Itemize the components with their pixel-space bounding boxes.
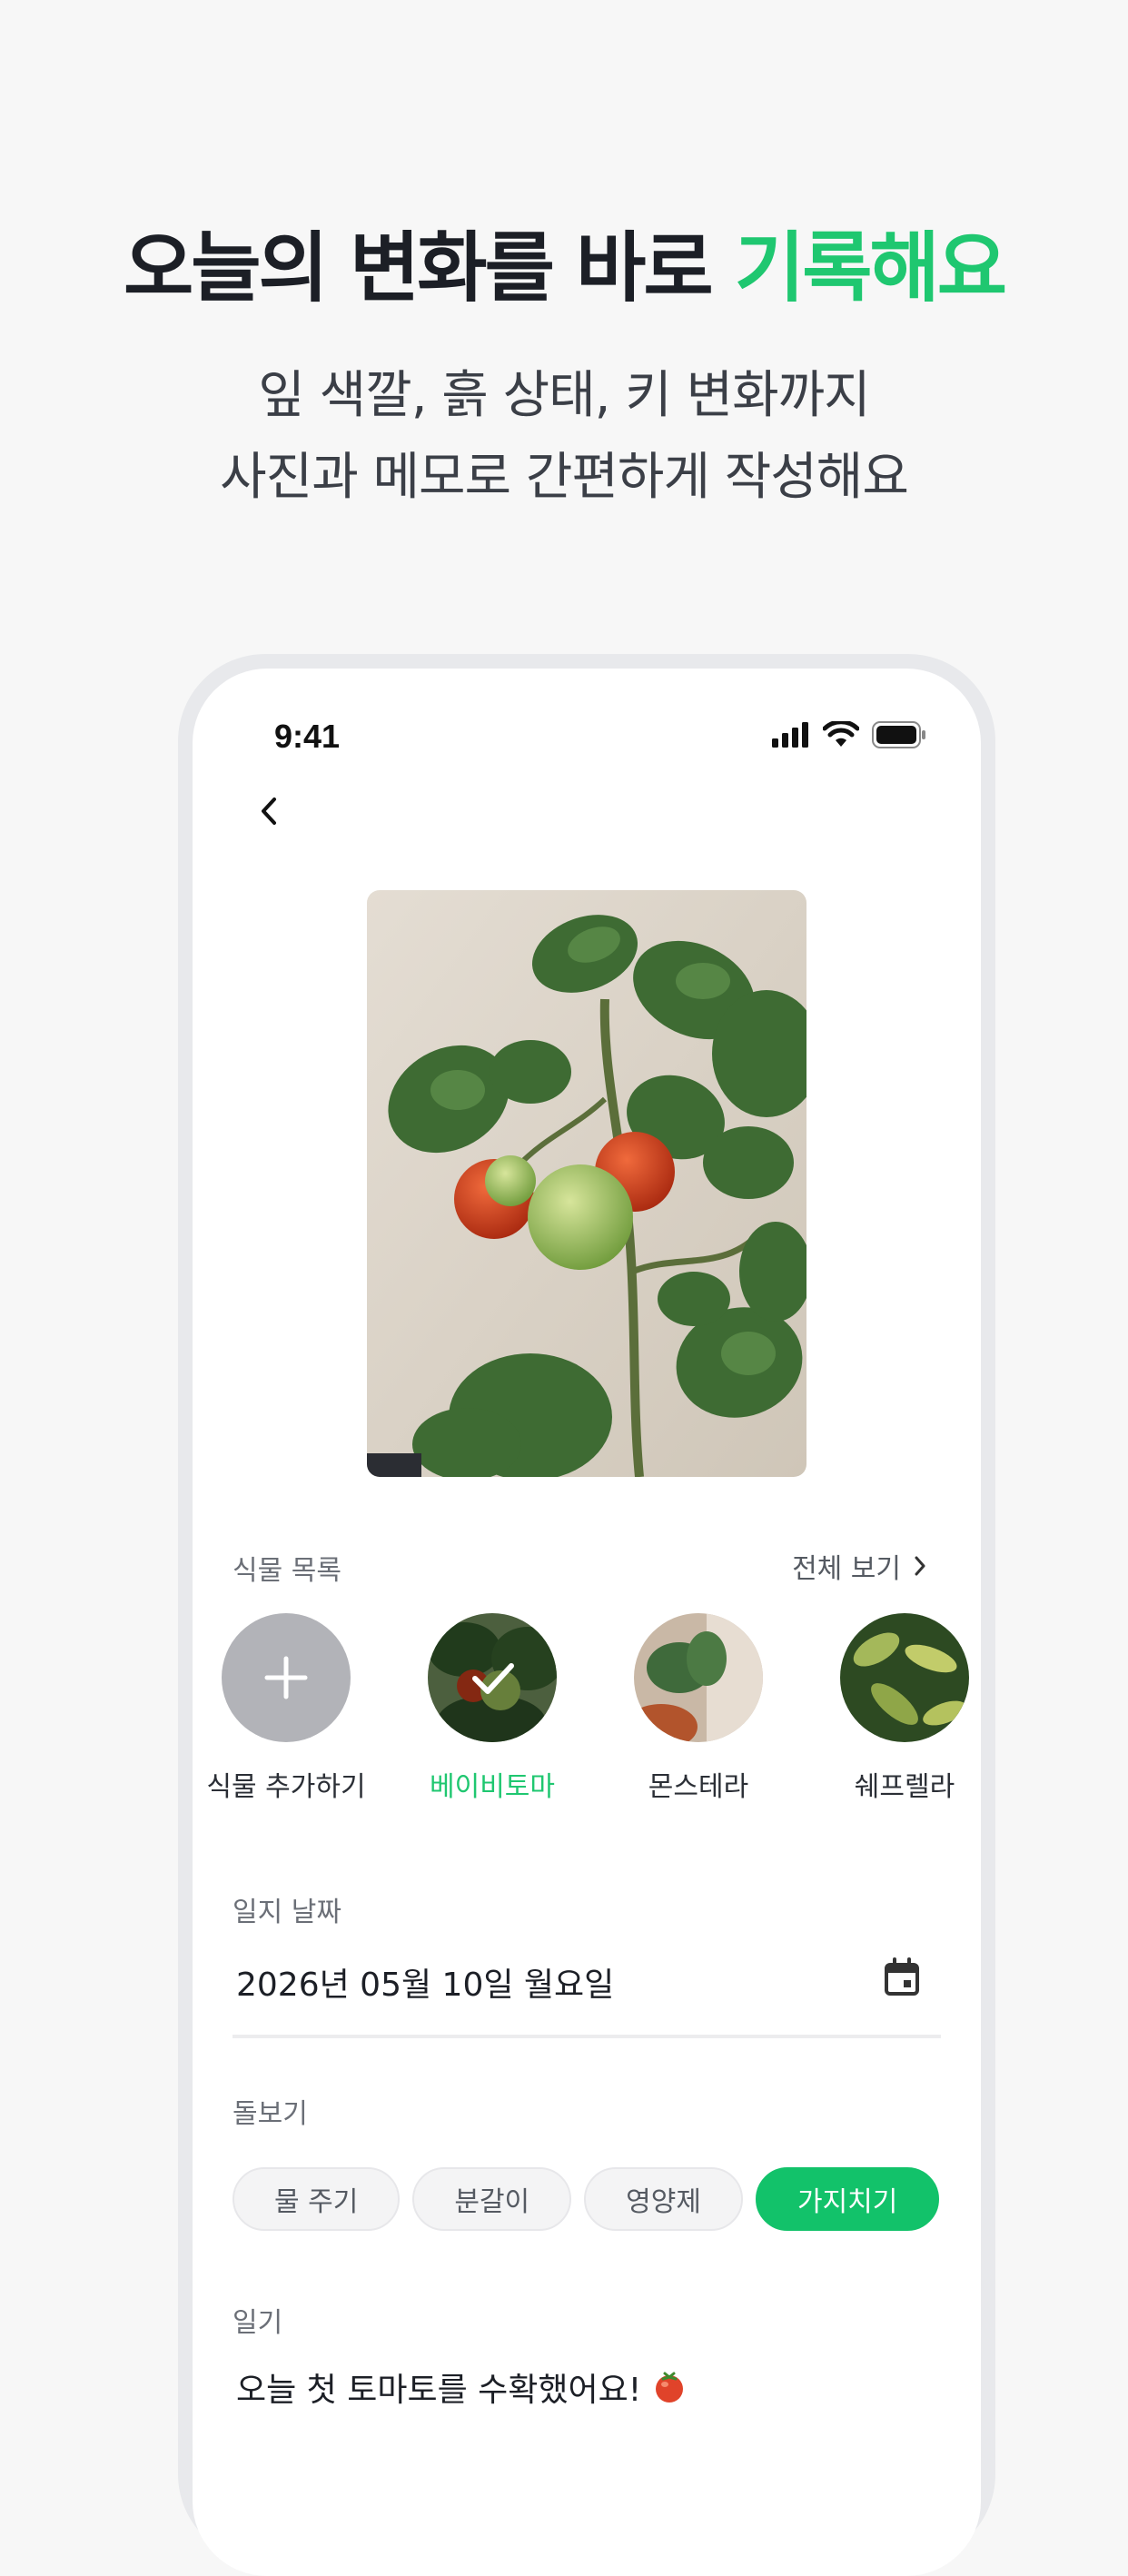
journal-date-field[interactable]: 2026년 05월 10일 월요일 [236,1958,614,2006]
plant-item-schefflera[interactable]: 쉐프렐라 [814,1613,981,1804]
diary-label: 일기 [233,2307,283,2339]
phone-screen: 9:41 식물 목록 전체 보기 식물 추가하기 베이비토마 몬스테라 쉐프렐라… [193,669,981,2576]
headline-accent: 기록해요 [734,223,1007,312]
diary-text: 오늘 첫 토마토를 수확했어요! [236,2372,642,2409]
chip-prune[interactable]: 가지치기 [755,2167,940,2231]
see-all-link[interactable]: 전체 보기 [792,1546,930,1586]
battery-icon [872,721,925,748]
check-icon [472,1663,514,1694]
chip-repot[interactable]: 분갈이 [412,2167,572,2231]
chevron-right-icon [915,1556,925,1576]
see-all-label: 전체 보기 [792,1553,901,1585]
journal-date-label: 일지 날짜 [233,1897,341,1928]
status-time: 9:41 [274,718,341,755]
plant-item-babytomato[interactable]: 베이비토마 [401,1613,583,1804]
subtitle-line-1: 잎 색깔, 흙 상태, 키 변화까지 [258,366,870,425]
chip-fertilizer[interactable]: 영양제 [584,2167,743,2231]
add-plant-button[interactable] [222,1613,351,1742]
diary-text-field[interactable]: 오늘 첫 토마토를 수확했어요! [236,2363,687,2411]
back-chevron-icon[interactable] [247,788,292,834]
plant-avatar [634,1613,763,1742]
date-divider [233,2035,941,2038]
plant-list-label: 식물 목록 [233,1555,341,1587]
subtitle-line-2: 사진과 메모로 간편하게 작성해요 [220,448,909,507]
headline-main: 오늘의 변화를 바로 [123,223,714,312]
signal-icon [772,722,808,748]
plant-name: 식물 추가하기 [206,1771,366,1803]
schefflera-thumbnail [840,1613,969,1742]
tomato-plant-image [367,890,806,1477]
plant-name: 베이비토마 [430,1771,555,1803]
plant-name: 쉐프렐라 [854,1771,955,1803]
monstera-thumbnail [634,1613,763,1742]
plant-photo[interactable] [367,890,806,1477]
phone-frame: 9:41 식물 목록 전체 보기 식물 추가하기 베이비토마 몬스테라 쉐프렐라… [178,654,995,2576]
chip-water[interactable]: 물 주기 [233,2167,401,2231]
care-label: 돌보기 [233,2098,308,2130]
calendar-icon[interactable] [879,1955,925,2000]
tomato-icon [656,2372,684,2403]
plant-avatar [840,1613,969,1742]
care-chips: 물 주기 분갈이 영양제 가지치기 [233,2167,940,2231]
plus-icon [264,1656,308,1699]
plant-item-monstera[interactable]: 몬스테라 [608,1613,789,1804]
plant-avatar [428,1613,557,1742]
wifi-icon [823,721,859,747]
plant-item-add[interactable]: 식물 추가하기 [195,1613,377,1804]
page-headline: 오늘의 변화를 바로 기록해요 [0,207,1128,317]
plant-name: 몬스테라 [648,1771,749,1803]
status-icons [772,721,926,748]
